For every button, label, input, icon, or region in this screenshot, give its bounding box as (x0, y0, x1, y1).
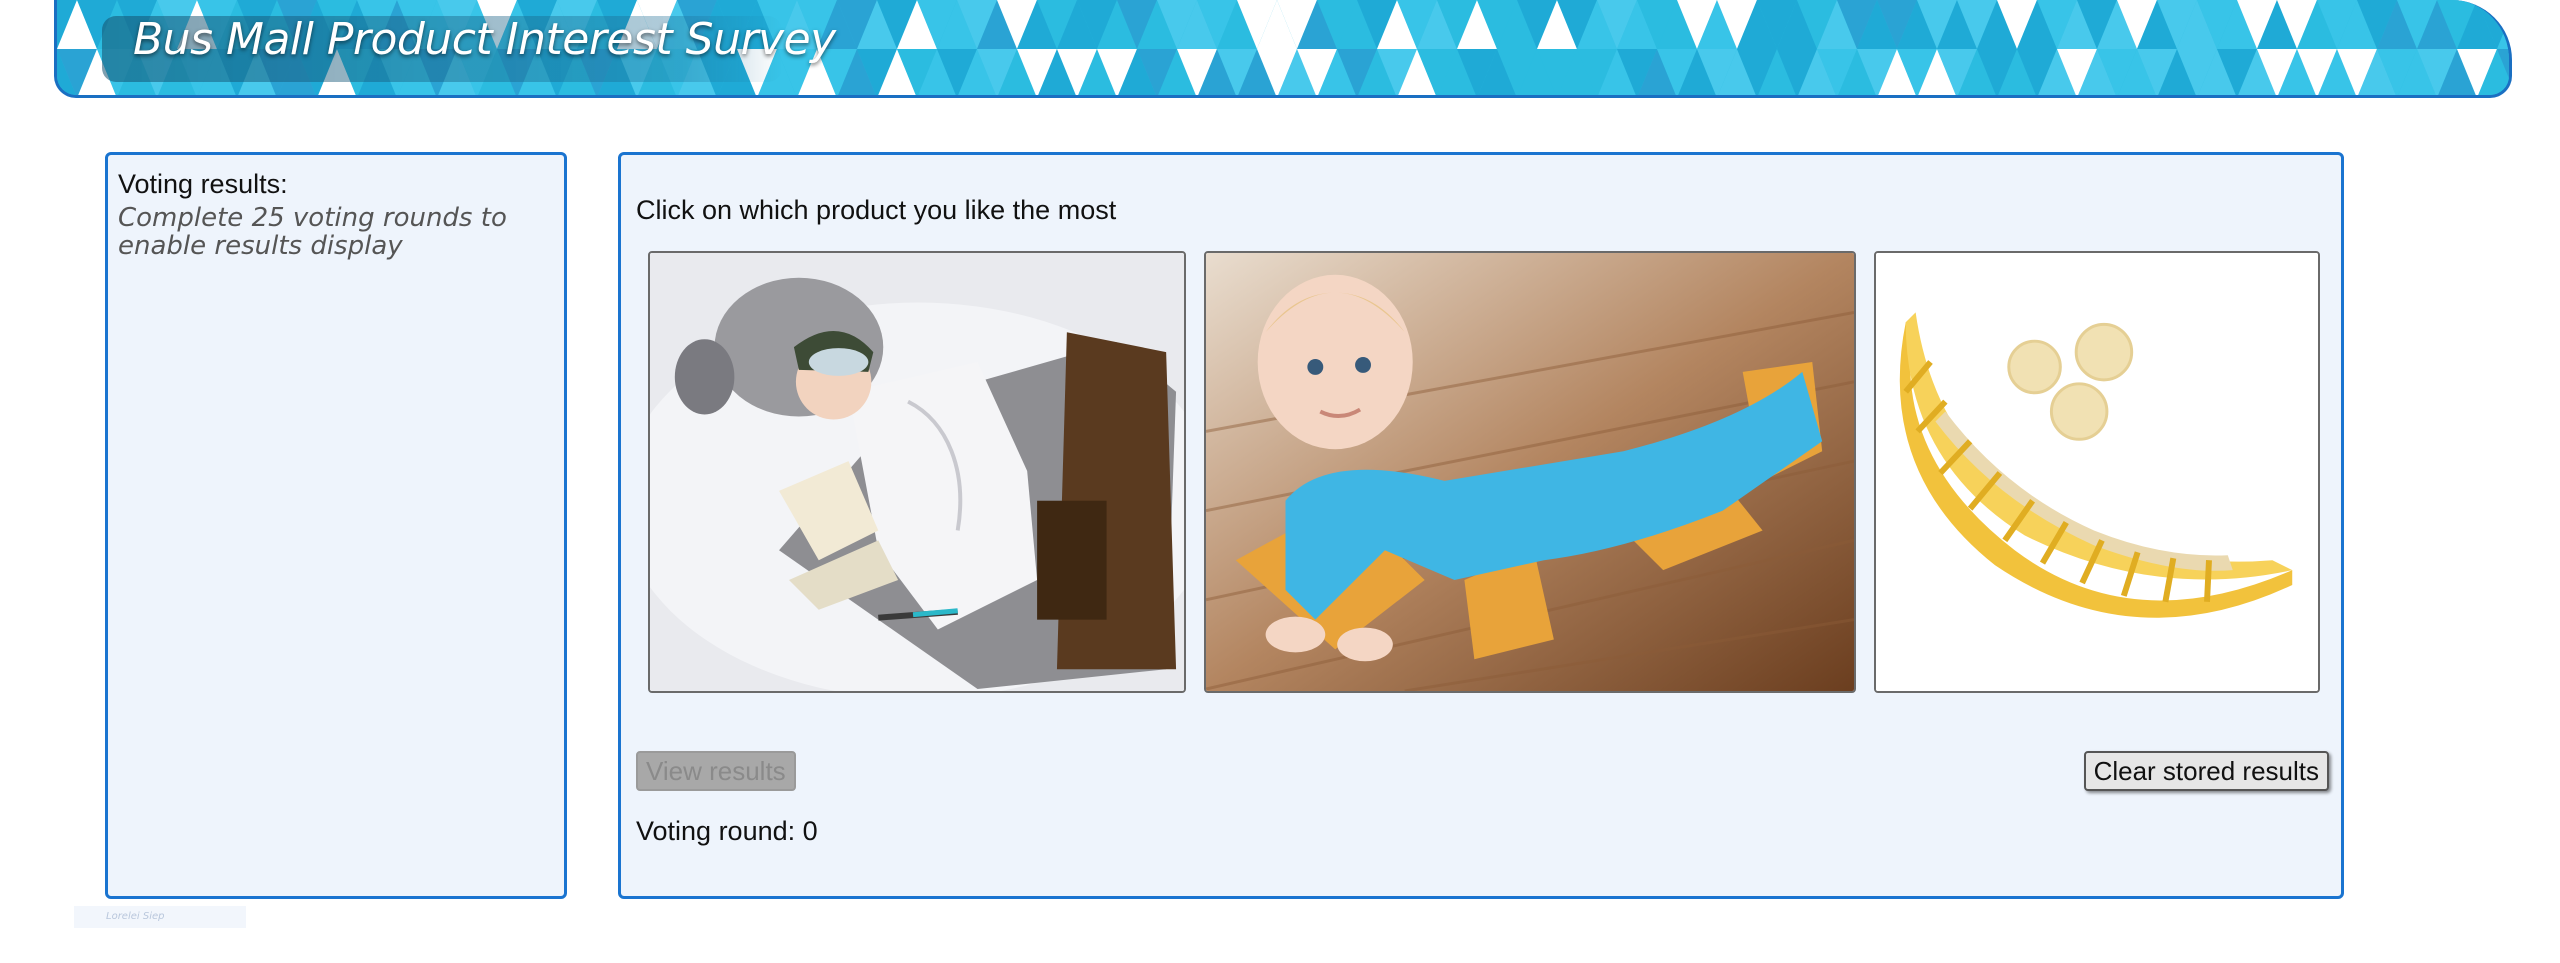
tauntaun-sleeping-bag-image (650, 253, 1184, 691)
product-option-3[interactable] (1874, 251, 2320, 693)
view-results-button[interactable]: View results (636, 751, 796, 791)
product-option-1[interactable] (648, 251, 1186, 693)
survey-instructions: Click on which product you like the most (636, 195, 1117, 225)
footer: Lorelei Siep (74, 906, 246, 928)
results-note: Complete 25 voting rounds to enable resu… (118, 203, 507, 261)
header-banner: Bus Mall Product Interest Survey (54, 0, 2512, 98)
results-heading: Voting results: (118, 169, 288, 199)
page-title: Bus Mall Product Interest Survey (133, 14, 836, 65)
footer-text: Lorelei Siep (106, 911, 165, 922)
product-option-2[interactable] (1204, 251, 1856, 693)
results-panel: Voting results: Complete 25 voting round… (105, 152, 567, 899)
survey-panel: Click on which product you like the most (618, 152, 2344, 899)
banana-slicer-image (1876, 253, 2318, 691)
clear-results-button[interactable]: Clear stored results (2083, 751, 2329, 791)
voting-round-counter: Voting round: 0 (636, 816, 818, 846)
baby-sweeper-onesie-image (1206, 253, 1854, 691)
